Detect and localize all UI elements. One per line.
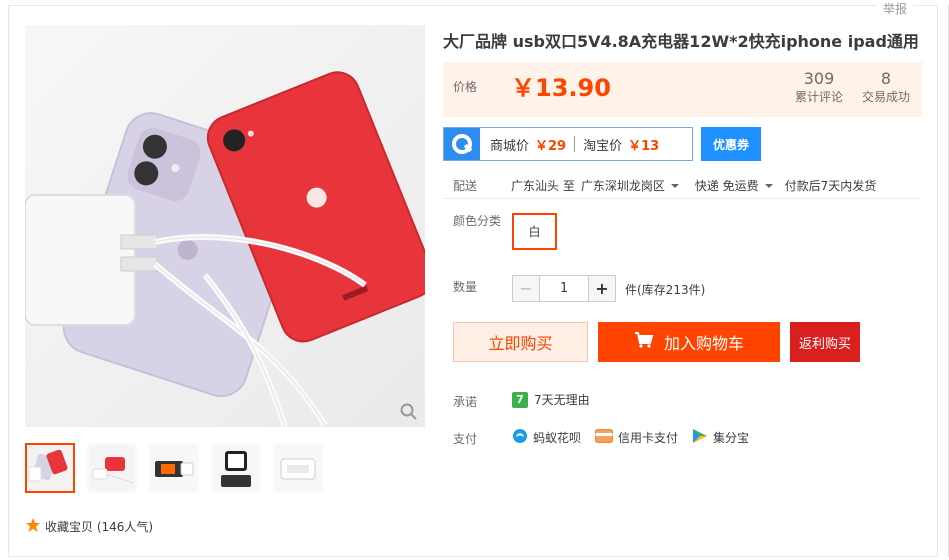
- sales-count-label: 交易成功: [862, 90, 911, 104]
- payment-label: 支付: [453, 432, 478, 446]
- shipping-method[interactable]: 快递 免运费: [695, 177, 773, 194]
- seven-day-return-icon: 7: [512, 391, 528, 408]
- payment-methods: 蚂蚁花呗 信用卡支付 集分宝: [512, 428, 749, 447]
- magnifier-icon[interactable]: [400, 403, 418, 421]
- review-count-number: 309: [803, 69, 835, 88]
- huabei-icon: [512, 428, 528, 447]
- favorite-item[interactable]: 收藏宝贝 (146人气): [25, 517, 153, 536]
- buy-now-button[interactable]: 立即购买: [453, 322, 588, 362]
- mall-price-value: ￥29: [535, 138, 567, 154]
- sales-count-number: 8: [880, 69, 892, 88]
- review-count-label: 累计评论: [795, 90, 844, 104]
- thumbnail-4[interactable]: [211, 443, 261, 493]
- price-compare[interactable]: 商城价 ￥29 淘宝价 ￥13: [443, 127, 693, 161]
- payment-huabei-label: 蚂蚁花呗: [533, 431, 582, 445]
- cart-icon: [634, 331, 654, 353]
- review-count[interactable]: 309 累计评论: [795, 69, 843, 105]
- payment-credit-card[interactable]: 信用卡支付: [595, 429, 678, 446]
- payment-huabei[interactable]: 蚂蚁花呗: [512, 428, 581, 447]
- delivery-from: 广东汕头 至: [511, 178, 575, 193]
- report-link[interactable]: 举报: [876, 0, 913, 17]
- quantity-label: 数量: [453, 280, 478, 294]
- thumbnail-5[interactable]: [273, 443, 323, 493]
- quantity-input[interactable]: 1: [540, 275, 588, 302]
- thumbnail-3[interactable]: [149, 443, 199, 493]
- jifenbao-icon: [692, 428, 708, 447]
- thumbnail-strip: [25, 443, 323, 493]
- quantity-stepper: − 1 +: [512, 275, 616, 302]
- taobao-price-value: ￥13: [628, 138, 660, 154]
- product-photo: [25, 25, 425, 427]
- compare-divider: [574, 136, 576, 152]
- sales-count: 8 交易成功: [862, 69, 910, 105]
- thumbnail-2[interactable]: [87, 443, 137, 493]
- promise-item[interactable]: 7 7天无理由: [512, 391, 590, 408]
- credit-card-icon: [595, 429, 614, 446]
- rebate-buy-button[interactable]: 返利购买: [790, 322, 860, 362]
- stock-info: 件(库存213件): [625, 283, 706, 297]
- promise-text: 7天无理由: [534, 393, 590, 407]
- payment-jifenbao-label: 集分宝: [713, 431, 750, 445]
- price-label: 价格: [453, 80, 478, 94]
- chevron-down-icon: [670, 184, 679, 188]
- compare-logo-icon: [444, 128, 480, 160]
- quantity-decrease-button[interactable]: −: [512, 275, 540, 302]
- quantity-increase-button[interactable]: +: [588, 275, 616, 302]
- taobao-price-label: 淘宝价: [583, 138, 623, 154]
- payment-credit-card-label: 信用卡支付: [618, 431, 679, 445]
- color-option-white[interactable]: 白: [512, 213, 557, 250]
- chevron-down-icon: [764, 184, 773, 188]
- star-icon: [25, 517, 41, 536]
- mall-price-label: 商城价: [490, 138, 530, 154]
- price-value: ￥13.90: [511, 74, 611, 102]
- favorite-text: 收藏宝贝 (146人气): [45, 520, 154, 534]
- color-label: 颜色分类: [453, 214, 502, 228]
- add-to-cart-label: 加入购物车: [663, 334, 744, 353]
- shipping-method-text: 快递 免运费: [694, 178, 759, 193]
- promise-label: 承诺: [453, 395, 478, 409]
- add-to-cart-button[interactable]: 加入购物车: [598, 322, 780, 362]
- payment-jifenbao[interactable]: 集分宝: [692, 428, 749, 447]
- delivery-label: 配送: [453, 178, 478, 193]
- coupon-button[interactable]: 优惠券: [701, 127, 761, 161]
- thumbnail-1[interactable]: [25, 443, 75, 493]
- main-product-image[interactable]: [25, 25, 425, 427]
- delivery-row: 配送 广东汕头 至 广东深圳龙岗区 快递 免运费 付款后7天内发货: [443, 172, 922, 199]
- delivery-destination[interactable]: 广东深圳龙岗区: [581, 177, 679, 194]
- delivery-destination-text: 广东深圳龙岗区: [580, 178, 665, 193]
- price-panel: 价格 ￥13.90 309 累计评论 8 交易成功: [443, 62, 922, 117]
- dispatch-time: 付款后7天内发货: [784, 178, 877, 193]
- product-title: 大厂品牌 usb双口5V4.8A充电器12W*2快充iphone ipad通用: [443, 32, 919, 51]
